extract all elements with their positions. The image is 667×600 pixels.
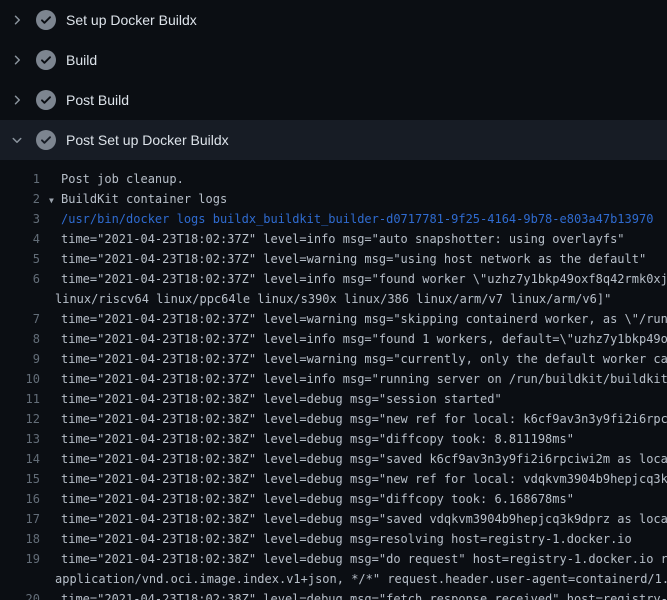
log-row: 19 time="2021-04-23T18:02:38Z" level=debu… <box>0 549 667 569</box>
log-row: 4 time="2021-04-23T18:02:37Z" level=info … <box>0 229 667 249</box>
line-number[interactable]: 15 <box>0 469 40 489</box>
step-label: Build <box>66 52 97 68</box>
log-row: 2 ▼BuildKit container logs <box>0 189 667 209</box>
chevron-right-icon <box>10 93 24 107</box>
line-number[interactable]: 1 <box>0 169 40 189</box>
log-text: time="2021-04-23T18:02:37Z" level=info m… <box>61 269 667 289</box>
log-text: Post job cleanup. <box>61 169 184 189</box>
log-text: time="2021-04-23T18:02:38Z" level=debug … <box>61 589 667 600</box>
log-row: 20 time="2021-04-23T18:02:38Z" level=debu… <box>0 589 667 600</box>
line-number[interactable]: 18 <box>0 529 40 549</box>
line-number[interactable]: 6 <box>0 269 40 289</box>
log-row: 8 time="2021-04-23T18:02:37Z" level=info … <box>0 329 667 349</box>
log-group-toggle[interactable]: ▼BuildKit container logs <box>49 189 227 209</box>
line-number[interactable]: 14 <box>0 449 40 469</box>
log-text: time="2021-04-23T18:02:37Z" level=info m… <box>61 369 667 389</box>
log-row: 16 time="2021-04-23T18:02:38Z" level=debu… <box>0 489 667 509</box>
log-row: 9 time="2021-04-23T18:02:37Z" level=warni… <box>0 349 667 369</box>
line-number[interactable]: 19 <box>0 549 40 569</box>
log-row: linux/riscv64 linux/ppc64le linux/s390x … <box>0 289 667 309</box>
log-text: time="2021-04-23T18:02:38Z" level=debug … <box>61 549 667 569</box>
line-number[interactable]: 5 <box>0 249 40 269</box>
line-number[interactable]: 10 <box>0 369 40 389</box>
line-number[interactable]: 8 <box>0 329 40 349</box>
log-area: 1 Post job cleanup. 2 ▼BuildKit container l… <box>0 160 667 600</box>
step-label: Set up Docker Buildx <box>66 12 197 28</box>
log-text: time="2021-04-23T18:02:38Z" level=debug … <box>61 429 574 449</box>
chevron-right-icon <box>10 13 24 27</box>
log-row: 5 time="2021-04-23T18:02:37Z" level=warni… <box>0 249 667 269</box>
log-row: 3/usr/bin/docker logs buildx_buildkit_bu… <box>0 209 667 229</box>
check-circle-icon <box>36 130 56 150</box>
line-number[interactable]: 12 <box>0 409 40 429</box>
log-text: time="2021-04-23T18:02:38Z" level=debug … <box>61 509 667 529</box>
log-text: time="2021-04-23T18:02:38Z" level=debug … <box>61 469 667 489</box>
check-circle-icon <box>36 10 56 30</box>
log-text: time="2021-04-23T18:02:38Z" level=debug … <box>61 449 667 469</box>
log-row: application/vnd.oci.image.index.v1+json,… <box>0 569 667 589</box>
log-row: 13 time="2021-04-23T18:02:38Z" level=debu… <box>0 429 667 449</box>
log-row: 14 time="2021-04-23T18:02:38Z" level=debu… <box>0 449 667 469</box>
log-group-label: BuildKit container logs <box>61 192 227 206</box>
line-number[interactable]: 17 <box>0 509 40 529</box>
log-text: time="2021-04-23T18:02:37Z" level=warnin… <box>61 309 667 329</box>
log-row: 17 time="2021-04-23T18:02:38Z" level=debu… <box>0 509 667 529</box>
chevron-right-icon <box>10 53 24 67</box>
step-row-build[interactable]: Build <box>0 40 667 80</box>
line-number-empty <box>0 289 40 309</box>
log-row: 11 time="2021-04-23T18:02:38Z" level=debu… <box>0 389 667 409</box>
log-text-wrap: linux/riscv64 linux/ppc64le linux/s390x … <box>55 289 611 309</box>
log-text: time="2021-04-23T18:02:37Z" level=warnin… <box>61 349 667 369</box>
log-row: 1 Post job cleanup. <box>0 169 667 189</box>
step-label: Post Set up Docker Buildx <box>66 132 229 148</box>
line-number[interactable]: 16 <box>0 489 40 509</box>
step-label: Post Build <box>66 92 129 108</box>
line-number[interactable]: 13 <box>0 429 40 449</box>
log-row: 15 time="2021-04-23T18:02:38Z" level=debu… <box>0 469 667 489</box>
check-circle-icon <box>36 50 56 70</box>
log-text: time="2021-04-23T18:02:37Z" level=info m… <box>61 329 667 349</box>
log-row: 7 time="2021-04-23T18:02:37Z" level=warni… <box>0 309 667 329</box>
line-number[interactable]: 7 <box>0 309 40 329</box>
log-row: 18 time="2021-04-23T18:02:38Z" level=debu… <box>0 529 667 549</box>
step-row-set-up-docker-buildx[interactable]: Set up Docker Buildx <box>0 0 667 40</box>
line-number[interactable]: 2 <box>0 189 40 209</box>
log-text-wrap: application/vnd.oci.image.index.v1+json,… <box>55 569 667 589</box>
log-text: time="2021-04-23T18:02:37Z" level=warnin… <box>61 249 646 269</box>
log-command-text: /usr/bin/docker logs buildx_buildkit_bui… <box>61 209 653 229</box>
step-row-post-build[interactable]: Post Build <box>0 80 667 120</box>
triangle-down-icon: ▼ <box>49 191 61 209</box>
line-number[interactable]: 3 <box>0 209 40 229</box>
log-text: time="2021-04-23T18:02:37Z" level=info m… <box>61 229 625 249</box>
check-circle-icon <box>36 90 56 110</box>
workflow-log-viewer: Set up Docker Buildx Build Post Build Post … <box>0 0 667 600</box>
log-text: time="2021-04-23T18:02:38Z" level=debug … <box>61 389 502 409</box>
log-text: time="2021-04-23T18:02:38Z" level=debug … <box>61 529 632 549</box>
log-row: 6 time="2021-04-23T18:02:37Z" level=info … <box>0 269 667 289</box>
log-text: time="2021-04-23T18:02:38Z" level=debug … <box>61 489 574 509</box>
log-text: time="2021-04-23T18:02:38Z" level=debug … <box>61 409 667 429</box>
step-row-post-set-up-docker-buildx[interactable]: Post Set up Docker Buildx <box>0 120 667 160</box>
line-number[interactable]: 9 <box>0 349 40 369</box>
log-row: 12 time="2021-04-23T18:02:38Z" level=debu… <box>0 409 667 429</box>
line-number[interactable]: 11 <box>0 389 40 409</box>
line-number[interactable]: 4 <box>0 229 40 249</box>
chevron-down-icon <box>10 133 24 147</box>
step-list: Set up Docker Buildx Build Post Build Post … <box>0 0 667 160</box>
log-row: 10 time="2021-04-23T18:02:37Z" level=info… <box>0 369 667 389</box>
line-number[interactable]: 20 <box>0 589 40 600</box>
line-number-empty <box>0 569 40 589</box>
